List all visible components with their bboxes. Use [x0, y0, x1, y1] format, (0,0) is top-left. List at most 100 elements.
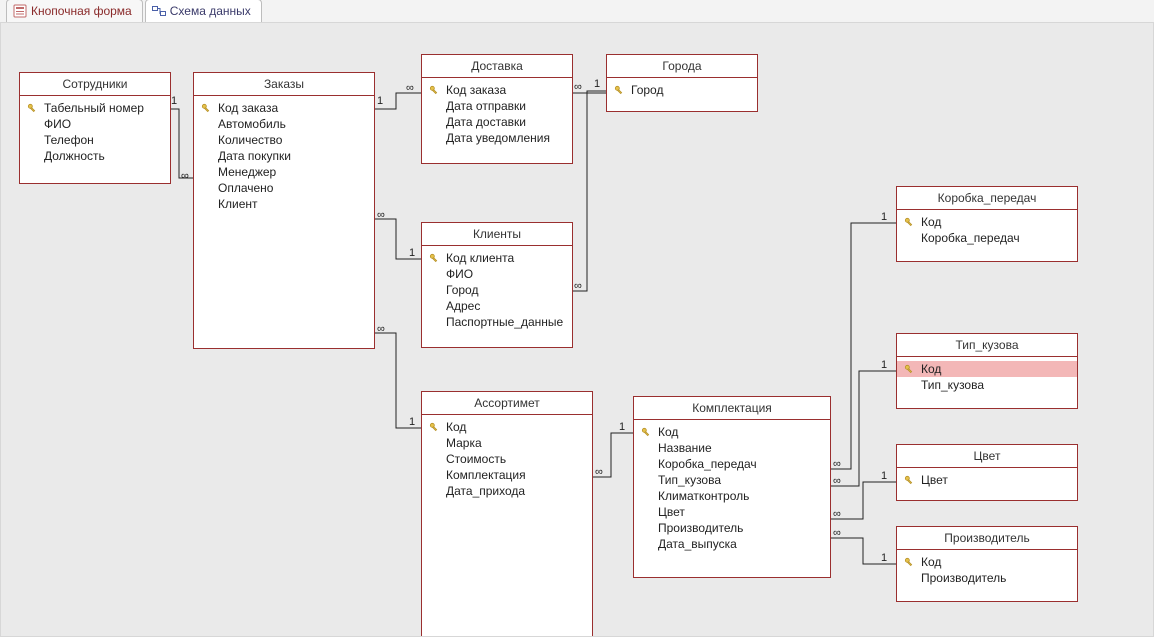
relationship-canvas[interactable]: 1 ∞ 1 ∞ ∞ 1 ∞ 1 ∞ 1 ∞ ∞ 1 ∞ 1 ∞ 1 ∞ 1 ∞ …	[0, 23, 1154, 637]
field-row[interactable]: Должность	[26, 148, 164, 164]
entity-delivery[interactable]: Доставка Код заказаДата отправкиДата дост…	[421, 54, 573, 164]
field-row[interactable]: Коробка_передач	[903, 230, 1071, 246]
entity-assortment[interactable]: Ассортимет КодМаркаСтоимостьКомплектацияД…	[421, 391, 593, 637]
field-label: Код	[921, 554, 941, 570]
field-label: Название	[658, 440, 712, 456]
entity-title[interactable]: Тип_кузова	[897, 334, 1077, 357]
field-label: Цвет	[921, 472, 948, 488]
primary-key-icon	[428, 253, 440, 263]
field-row[interactable]: Менеджер	[200, 164, 368, 180]
field-row[interactable]: Город	[613, 82, 751, 98]
card-label: ∞	[377, 323, 385, 335]
field-row[interactable]: Код	[903, 214, 1071, 230]
card-label: 1	[171, 95, 177, 107]
field-row[interactable]: Дата_прихода	[428, 483, 586, 499]
entity-title[interactable]: Доставка	[422, 55, 572, 78]
card-label: ∞	[833, 508, 841, 520]
field-row[interactable]: Производитель	[640, 520, 824, 536]
field-row[interactable]: Табельный номер	[26, 100, 164, 116]
entity-body: Код заказаАвтомобильКоличествоДата покуп…	[194, 96, 374, 220]
card-label: ∞	[833, 527, 841, 539]
field-row[interactable]: Марка	[428, 435, 586, 451]
primary-key-icon	[640, 427, 652, 437]
field-row[interactable]: Город	[428, 282, 566, 298]
entity-title[interactable]: Производитель	[897, 527, 1077, 550]
field-label: Комплектация	[446, 467, 526, 483]
entity-body: Табельный номерФИОТелефонДолжность	[20, 96, 170, 172]
field-row[interactable]: Стоимость	[428, 451, 586, 467]
entity-body: Цвет	[897, 468, 1077, 496]
field-label: ФИО	[44, 116, 71, 132]
field-row[interactable]: ФИО	[428, 266, 566, 282]
relationship-icon	[152, 4, 166, 18]
field-label: Табельный номер	[44, 100, 144, 116]
entity-title[interactable]: Коробка_передач	[897, 187, 1077, 210]
field-row[interactable]: Автомобиль	[200, 116, 368, 132]
entity-employees[interactable]: СотрудникиТабельный номерФИОТелефонДолжн…	[19, 72, 171, 184]
field-label: Климатконтроль	[658, 488, 749, 504]
field-label: Клиент	[218, 196, 258, 212]
field-row[interactable]: ФИО	[26, 116, 164, 132]
entity-color[interactable]: Цвет Цвет	[896, 444, 1078, 501]
field-label: Тип_кузова	[658, 472, 721, 488]
entity-title[interactable]: Цвет	[897, 445, 1077, 468]
entity-gearbox[interactable]: Коробка_передачКодКоробка_передач	[896, 186, 1078, 262]
entity-cities[interactable]: Города Город	[606, 54, 758, 112]
field-row[interactable]: Тип_кузова	[903, 377, 1071, 393]
field-row[interactable]: Паспортные_данные	[428, 314, 566, 330]
entity-configuration[interactable]: КомплектацияКодНазваниеКоробка_передачТи…	[633, 396, 831, 578]
card-label: ∞	[833, 475, 841, 487]
primary-key-icon	[26, 103, 38, 113]
field-row[interactable]: Цвет	[640, 504, 824, 520]
entity-manufacturer[interactable]: ПроизводительКодПроизводитель	[896, 526, 1078, 602]
field-row[interactable]: Коробка_передач	[640, 456, 824, 472]
field-row[interactable]: Код	[640, 424, 824, 440]
field-row[interactable]: Код заказа	[428, 82, 566, 98]
field-row[interactable]: Дата отправки	[428, 98, 566, 114]
field-row[interactable]: Код	[897, 361, 1077, 377]
entity-title[interactable]: Заказы	[194, 73, 374, 96]
entity-body: КодНазваниеКоробка_передачТип_кузоваКлим…	[634, 420, 830, 560]
field-row[interactable]: Производитель	[903, 570, 1071, 586]
field-row[interactable]: Количество	[200, 132, 368, 148]
card-label: ∞	[377, 209, 385, 221]
card-label: 1	[619, 421, 625, 433]
entity-orders[interactable]: ЗаказыКод заказаАвтомобильКоличествоДата…	[193, 72, 375, 349]
field-row[interactable]: Клиент	[200, 196, 368, 212]
field-row[interactable]: Климатконтроль	[640, 488, 824, 504]
field-row[interactable]: Тип_кузова	[640, 472, 824, 488]
field-label: Город	[631, 82, 663, 98]
tab-schema[interactable]: Схема данных	[145, 0, 262, 22]
field-row[interactable]: Код	[903, 554, 1071, 570]
field-label: Код	[921, 214, 941, 230]
field-label: Адрес	[446, 298, 480, 314]
entity-title[interactable]: Сотрудники	[20, 73, 170, 96]
field-row[interactable]: Код заказа	[200, 100, 368, 116]
entity-body: КодПроизводитель	[897, 550, 1077, 594]
field-row[interactable]: Дата доставки	[428, 114, 566, 130]
field-label: Менеджер	[218, 164, 276, 180]
entity-bodytype[interactable]: Тип_кузоваКодТип_кузова	[896, 333, 1078, 409]
primary-key-icon	[428, 85, 440, 95]
field-label: Дата отправки	[446, 98, 526, 114]
field-row[interactable]: Оплачено	[200, 180, 368, 196]
entity-clients[interactable]: Клиенты Код клиентаФИОГородАдресПаспортны…	[421, 222, 573, 348]
entity-title[interactable]: Ассортимет	[422, 392, 592, 415]
field-label: ФИО	[446, 266, 473, 282]
field-row[interactable]: Дата уведомления	[428, 130, 566, 146]
entity-title[interactable]: Комплектация	[634, 397, 830, 420]
field-row[interactable]: Название	[640, 440, 824, 456]
tab-form[interactable]: Кнопочная форма	[6, 0, 143, 22]
field-row[interactable]: Адрес	[428, 298, 566, 314]
field-row[interactable]: Дата_выпуска	[640, 536, 824, 552]
entity-title[interactable]: Города	[607, 55, 757, 78]
field-row[interactable]: Телефон	[26, 132, 164, 148]
field-row[interactable]: Цвет	[903, 472, 1071, 488]
field-label: Город	[446, 282, 478, 298]
field-row[interactable]: Код	[428, 419, 586, 435]
entity-title[interactable]: Клиенты	[422, 223, 572, 246]
field-row[interactable]: Дата покупки	[200, 148, 368, 164]
field-label: Код	[921, 361, 941, 377]
field-row[interactable]: Комплектация	[428, 467, 586, 483]
field-row[interactable]: Код клиента	[428, 250, 566, 266]
